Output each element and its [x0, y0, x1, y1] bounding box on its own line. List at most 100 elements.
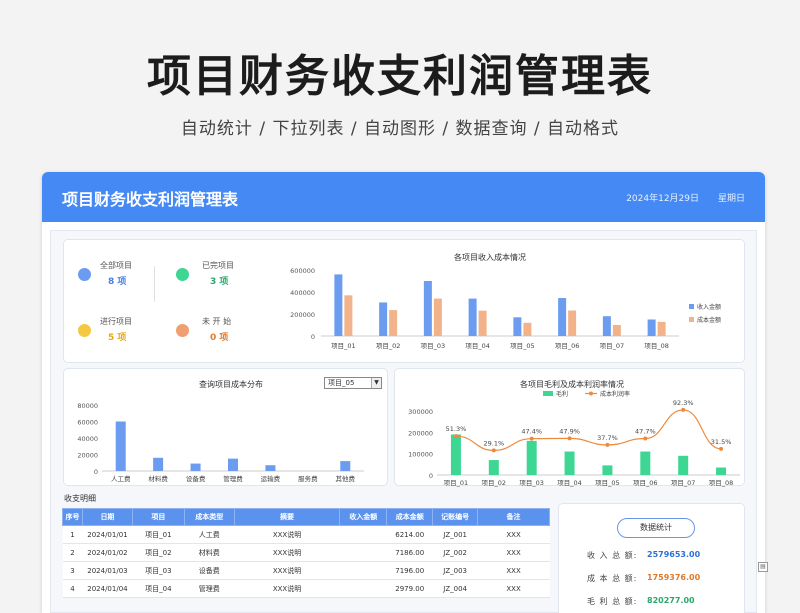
hero-subtitle: 自动统计 / 下拉列表 / 自动图形 / 数据查询 / 自动格式: [180, 119, 620, 139]
data-label: 47.4%: [521, 428, 542, 436]
x-tick-label: 项目_05: [595, 479, 620, 487]
table-cell: 项目_02: [132, 543, 185, 562]
x-tick-label: 项目_02: [376, 342, 401, 350]
kpi-value: 5 项: [108, 333, 127, 343]
x-tick-label: 项目_02: [482, 479, 507, 487]
circle-blue-icon: [78, 268, 91, 281]
bar-cost: [612, 325, 621, 336]
legend-label: 成本利润率: [600, 390, 630, 398]
bar-cost: [478, 310, 487, 336]
legend-label: 成本金额: [697, 316, 721, 324]
bar-profit: [678, 455, 689, 475]
table-cell: 项目_04: [132, 579, 185, 598]
bar-cost: [389, 310, 398, 336]
kpi-label: 全部项目: [100, 261, 132, 270]
rate-point: [491, 448, 496, 453]
x-tick-label: 项目_06: [555, 342, 580, 350]
x-tick-label: 项目_01: [444, 479, 469, 487]
y-tick-label: 60000: [77, 419, 98, 427]
bar-profit: [526, 440, 537, 475]
table-cell: 材料费: [184, 543, 235, 562]
kpi-label: 进行项目: [100, 317, 132, 326]
card-header: 项目财务收支利润管理表 2024年12月29日 星期日: [42, 172, 765, 222]
table-cell: XXX: [477, 561, 550, 580]
card-title: 项目财务收支利润管理表: [62, 190, 239, 209]
rate-point: [681, 407, 686, 412]
x-tick-label: 运输费: [261, 474, 281, 483]
y-tick-label: 200000: [408, 429, 433, 437]
circle-yellow-icon: [78, 324, 91, 337]
stat-value: 2579653.00: [647, 550, 701, 559]
stats-panel: 数据统计 收 入 总 额: 2579653.00 成 本 总 额: 175937…: [558, 503, 745, 613]
hero-title: 项目财务收支利润管理表: [147, 51, 653, 102]
table-row: 2 2024/01/02 项目_02 材料费 XXX说明 7186.00 JZ_002 XXX: [62, 543, 550, 562]
table-cell: [339, 525, 387, 544]
sheet-icon[interactable]: ▤: [758, 562, 768, 572]
rate-point: [453, 434, 458, 439]
kpi-value: 8 项: [108, 277, 127, 287]
data-label: 47.9%: [559, 427, 580, 435]
table-cell: XXX: [477, 543, 550, 562]
table-cell: 1: [62, 525, 83, 544]
y-tick-label: 40000: [77, 435, 98, 443]
table-row: 4 2024/01/04 项目_04 管理费 XXX说明 2979.00 JZ_004 XXX: [62, 579, 550, 598]
x-tick-label: 项目_03: [519, 479, 544, 487]
x-tick-label: 服务费: [298, 474, 318, 483]
circle-green-icon: [176, 268, 189, 281]
chart-title: 查询项目成本分布: [199, 380, 263, 389]
y-tick-label: 400000: [290, 289, 315, 297]
rate-point: [529, 436, 534, 441]
table-cell: JZ_003: [432, 561, 478, 580]
bar-profit: [450, 434, 461, 475]
rate-point: [567, 436, 572, 441]
chevron-down-icon[interactable]: ▼: [371, 378, 381, 388]
table-cell: 项目_01: [132, 525, 185, 544]
table-cell: 人工费: [184, 525, 235, 544]
table-cell: 2024/01/04: [82, 579, 133, 598]
table-cell: XXX说明: [234, 579, 340, 598]
bar-income: [558, 298, 567, 336]
data-stats-button[interactable]: 数据统计: [617, 518, 695, 538]
col-header: 备注: [477, 508, 550, 526]
data-label: 92.3%: [673, 399, 694, 407]
x-tick-label: 项目_07: [600, 342, 625, 350]
table-cell: 6214.00: [386, 525, 433, 544]
bar-profit: [602, 465, 613, 475]
table-cell: XXX说明: [234, 561, 340, 580]
kpi-divider: [154, 266, 155, 302]
x-tick-label: 项目_01: [331, 342, 356, 350]
x-tick-label: 项目_08: [644, 342, 669, 350]
table-cell: 3: [62, 561, 83, 580]
bar-income: [468, 298, 477, 336]
detail-table: 序号 日期 项目 成本类型 摘要 收入金额 成本金额 记账编号 备注 1 2024…: [62, 508, 550, 598]
x-tick-label: 材料费: [148, 474, 168, 483]
y-tick-label: 100000: [408, 451, 433, 459]
rate-point: [605, 442, 610, 447]
kpi-value: 0 项: [210, 333, 229, 343]
table-cell: XXX说明: [234, 525, 340, 544]
y-tick-label: 20000: [77, 452, 98, 460]
profit-rate-chart: 0 100000 200000 300000 毛利 成本利润率项目_01 项目_02 项目_0…: [408, 390, 740, 487]
table-cell: XXX说明: [234, 543, 340, 562]
circle-orange-icon: [176, 324, 189, 337]
table-cell: 2024/01/01: [82, 525, 133, 544]
col-header: 收入金额: [339, 508, 388, 526]
col-header: 摘要: [233, 508, 341, 526]
project-select[interactable]: 项目_05 ▼: [324, 377, 382, 389]
bar-profit: [716, 467, 727, 475]
legend-swatch: [543, 391, 553, 396]
y-tick-label: 600000: [290, 267, 315, 275]
col-header: 日期: [81, 508, 133, 526]
bar-income: [647, 319, 656, 336]
table-cell: 2979.00: [386, 579, 433, 598]
x-tick-label: 项目_04: [557, 479, 582, 487]
legend-label: 毛利: [556, 390, 568, 398]
data-label: 47.7%: [635, 427, 656, 435]
bar-profit: [564, 451, 575, 475]
y-tick-label: 0: [94, 468, 98, 476]
section-label: 收支明细: [64, 494, 96, 503]
x-tick-label: 项目_08: [709, 479, 734, 487]
x-tick-label: 项目_07: [671, 479, 696, 487]
table-row: 1 2024/01/01 项目_01 人工费 XXX说明 6214.00 JZ_001 XXX: [62, 525, 550, 544]
bar-cost: [657, 321, 666, 336]
